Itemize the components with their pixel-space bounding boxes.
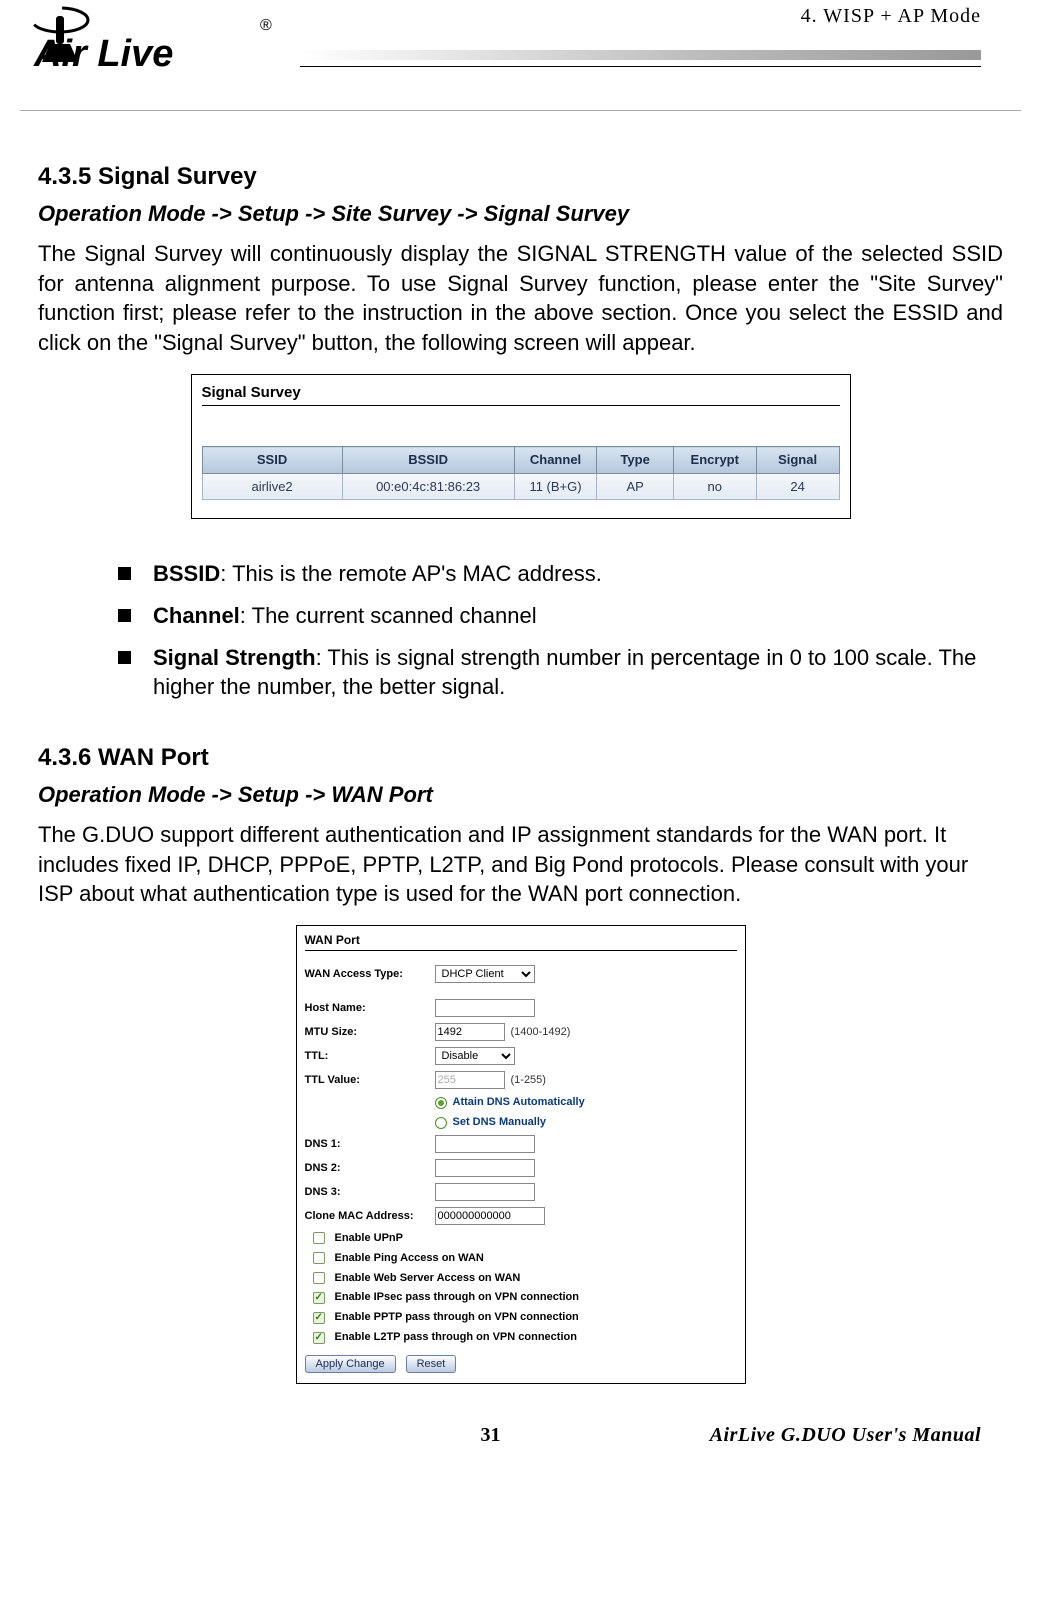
checkbox-pptp[interactable] [313, 1312, 325, 1324]
checkbox-upnp-label: Enable UPnP [335, 1231, 403, 1246]
radio-set-dns[interactable] [435, 1117, 447, 1129]
cell-ssid: airlive2 [202, 473, 342, 500]
table-row: airlive2 00:e0:4c:81:86:23 11 (B+G) AP n… [202, 473, 839, 500]
radio-attain-dns[interactable] [435, 1097, 447, 1109]
cell-encrypt: no [673, 473, 756, 500]
cell-signal: 24 [756, 473, 839, 500]
wan-access-type-select[interactable]: DHCP Client [435, 965, 535, 983]
checkbox-l2tp-label: Enable L2TP pass through on VPN connecti… [335, 1330, 577, 1345]
bullet-bssid: BSSID: This is the remote AP's MAC addre… [118, 559, 1003, 589]
ttl-select[interactable]: Disable [435, 1047, 515, 1065]
checkbox-upnp[interactable] [313, 1232, 325, 1244]
ttl-label: TTL: [305, 1049, 435, 1064]
hostname-label: Host Name: [305, 1001, 435, 1016]
checkbox-l2tp[interactable] [313, 1332, 325, 1344]
page-header: 4. WISP + AP Mode Air Live ® [0, 0, 1041, 90]
bullet-label-channel: Channel [153, 603, 240, 628]
header-chapter: 4. WISP + AP Mode [801, 5, 981, 28]
th-type: Type [597, 447, 673, 474]
cell-channel: 11 (B+G) [514, 473, 597, 500]
svg-text:®: ® [260, 17, 272, 34]
wan-panel-title: WAN Port [305, 932, 737, 948]
th-encrypt: Encrypt [673, 447, 756, 474]
survey-table: SSID BSSID Channel Type Encrypt Signal a… [202, 446, 840, 500]
signal-survey-panel: Signal Survey SSID BSSID Channel Type En… [191, 374, 851, 519]
checkbox-web-wan[interactable] [313, 1272, 325, 1284]
table-header-row: SSID BSSID Channel Type Encrypt Signal [202, 447, 839, 474]
bullet-text-bssid: : This is the remote AP's MAC address. [220, 561, 602, 586]
checkbox-ipsec[interactable] [313, 1292, 325, 1304]
bullet-square-icon [118, 609, 131, 622]
checkbox-ping-wan[interactable] [313, 1252, 325, 1264]
bullet-label-bssid: BSSID [153, 561, 220, 586]
airlive-logo: Air Live ® [20, 0, 280, 85]
hostname-input[interactable] [435, 999, 535, 1017]
radio-set-dns-label: Set DNS Manually [453, 1115, 547, 1130]
cell-bssid: 00:e0:4c:81:86:23 [342, 473, 514, 500]
survey-panel-title: Signal Survey [202, 383, 840, 403]
bullet-square-icon [118, 651, 131, 664]
cell-type: AP [597, 473, 673, 500]
mtu-input[interactable] [435, 1023, 505, 1041]
dns3-label: DNS 3: [305, 1185, 435, 1200]
wan-access-type-label: WAN Access Type: [305, 967, 435, 982]
apply-change-button[interactable]: Apply Change [305, 1355, 396, 1373]
paragraph-signal-survey: The Signal Survey will continuously disp… [38, 239, 1003, 358]
bullet-channel: Channel: The current scanned channel [118, 601, 1003, 631]
radio-attain-dns-label: Attain DNS Automatically [453, 1095, 585, 1110]
bullet-text-channel: : The current scanned channel [240, 603, 537, 628]
section-title-wan-port: 4.3.6 WAN Port [38, 742, 1003, 774]
header-divider [300, 50, 981, 68]
clone-mac-input[interactable] [435, 1207, 545, 1225]
mtu-label: MTU Size: [305, 1025, 435, 1040]
th-channel: Channel [514, 447, 597, 474]
breadcrumb-signal-survey: Operation Mode -> Setup -> Site Survey -… [38, 199, 1003, 229]
dns2-label: DNS 2: [305, 1161, 435, 1176]
checkbox-ipsec-label: Enable IPsec pass through on VPN connect… [335, 1290, 580, 1305]
mtu-hint: (1400-1492) [511, 1025, 571, 1040]
dns3-input[interactable] [435, 1183, 535, 1201]
breadcrumb-wan-port: Operation Mode -> Setup -> WAN Port [38, 780, 1003, 810]
th-signal: Signal [756, 447, 839, 474]
bullet-square-icon [118, 567, 131, 580]
th-bssid: BSSID [342, 447, 514, 474]
ttlval-input [435, 1071, 505, 1089]
dns1-input[interactable] [435, 1135, 535, 1153]
bullet-list: BSSID: This is the remote AP's MAC addre… [118, 559, 1003, 702]
checkbox-ping-wan-label: Enable Ping Access on WAN [335, 1251, 484, 1266]
paragraph-wan-port: The G.DUO support different authenticati… [38, 820, 1003, 909]
th-ssid: SSID [202, 447, 342, 474]
page-footer: 31 AirLive G.DUO User's Manual [0, 1424, 1041, 1467]
reset-button[interactable]: Reset [406, 1355, 457, 1373]
wan-port-panel: WAN Port WAN Access Type: DHCP Client Ho… [296, 925, 746, 1384]
clone-mac-label: Clone MAC Address: [305, 1209, 435, 1224]
dns1-label: DNS 1: [305, 1137, 435, 1152]
checkbox-web-wan-label: Enable Web Server Access on WAN [335, 1271, 521, 1286]
bullet-signal-strength: Signal Strength: This is signal strength… [118, 643, 1003, 702]
dns2-input[interactable] [435, 1159, 535, 1177]
ttlval-hint: (1-255) [511, 1073, 546, 1088]
section-title-signal-survey: 4.3.5 Signal Survey [38, 161, 1003, 193]
checkbox-pptp-label: Enable PPTP pass through on VPN connecti… [335, 1310, 579, 1325]
svg-text:Air Live: Air Live [33, 33, 173, 75]
manual-name: AirLive G.DUO User's Manual [710, 1424, 981, 1447]
ttlval-label: TTL Value: [305, 1073, 435, 1088]
bullet-label-signal: Signal Strength [153, 645, 316, 670]
